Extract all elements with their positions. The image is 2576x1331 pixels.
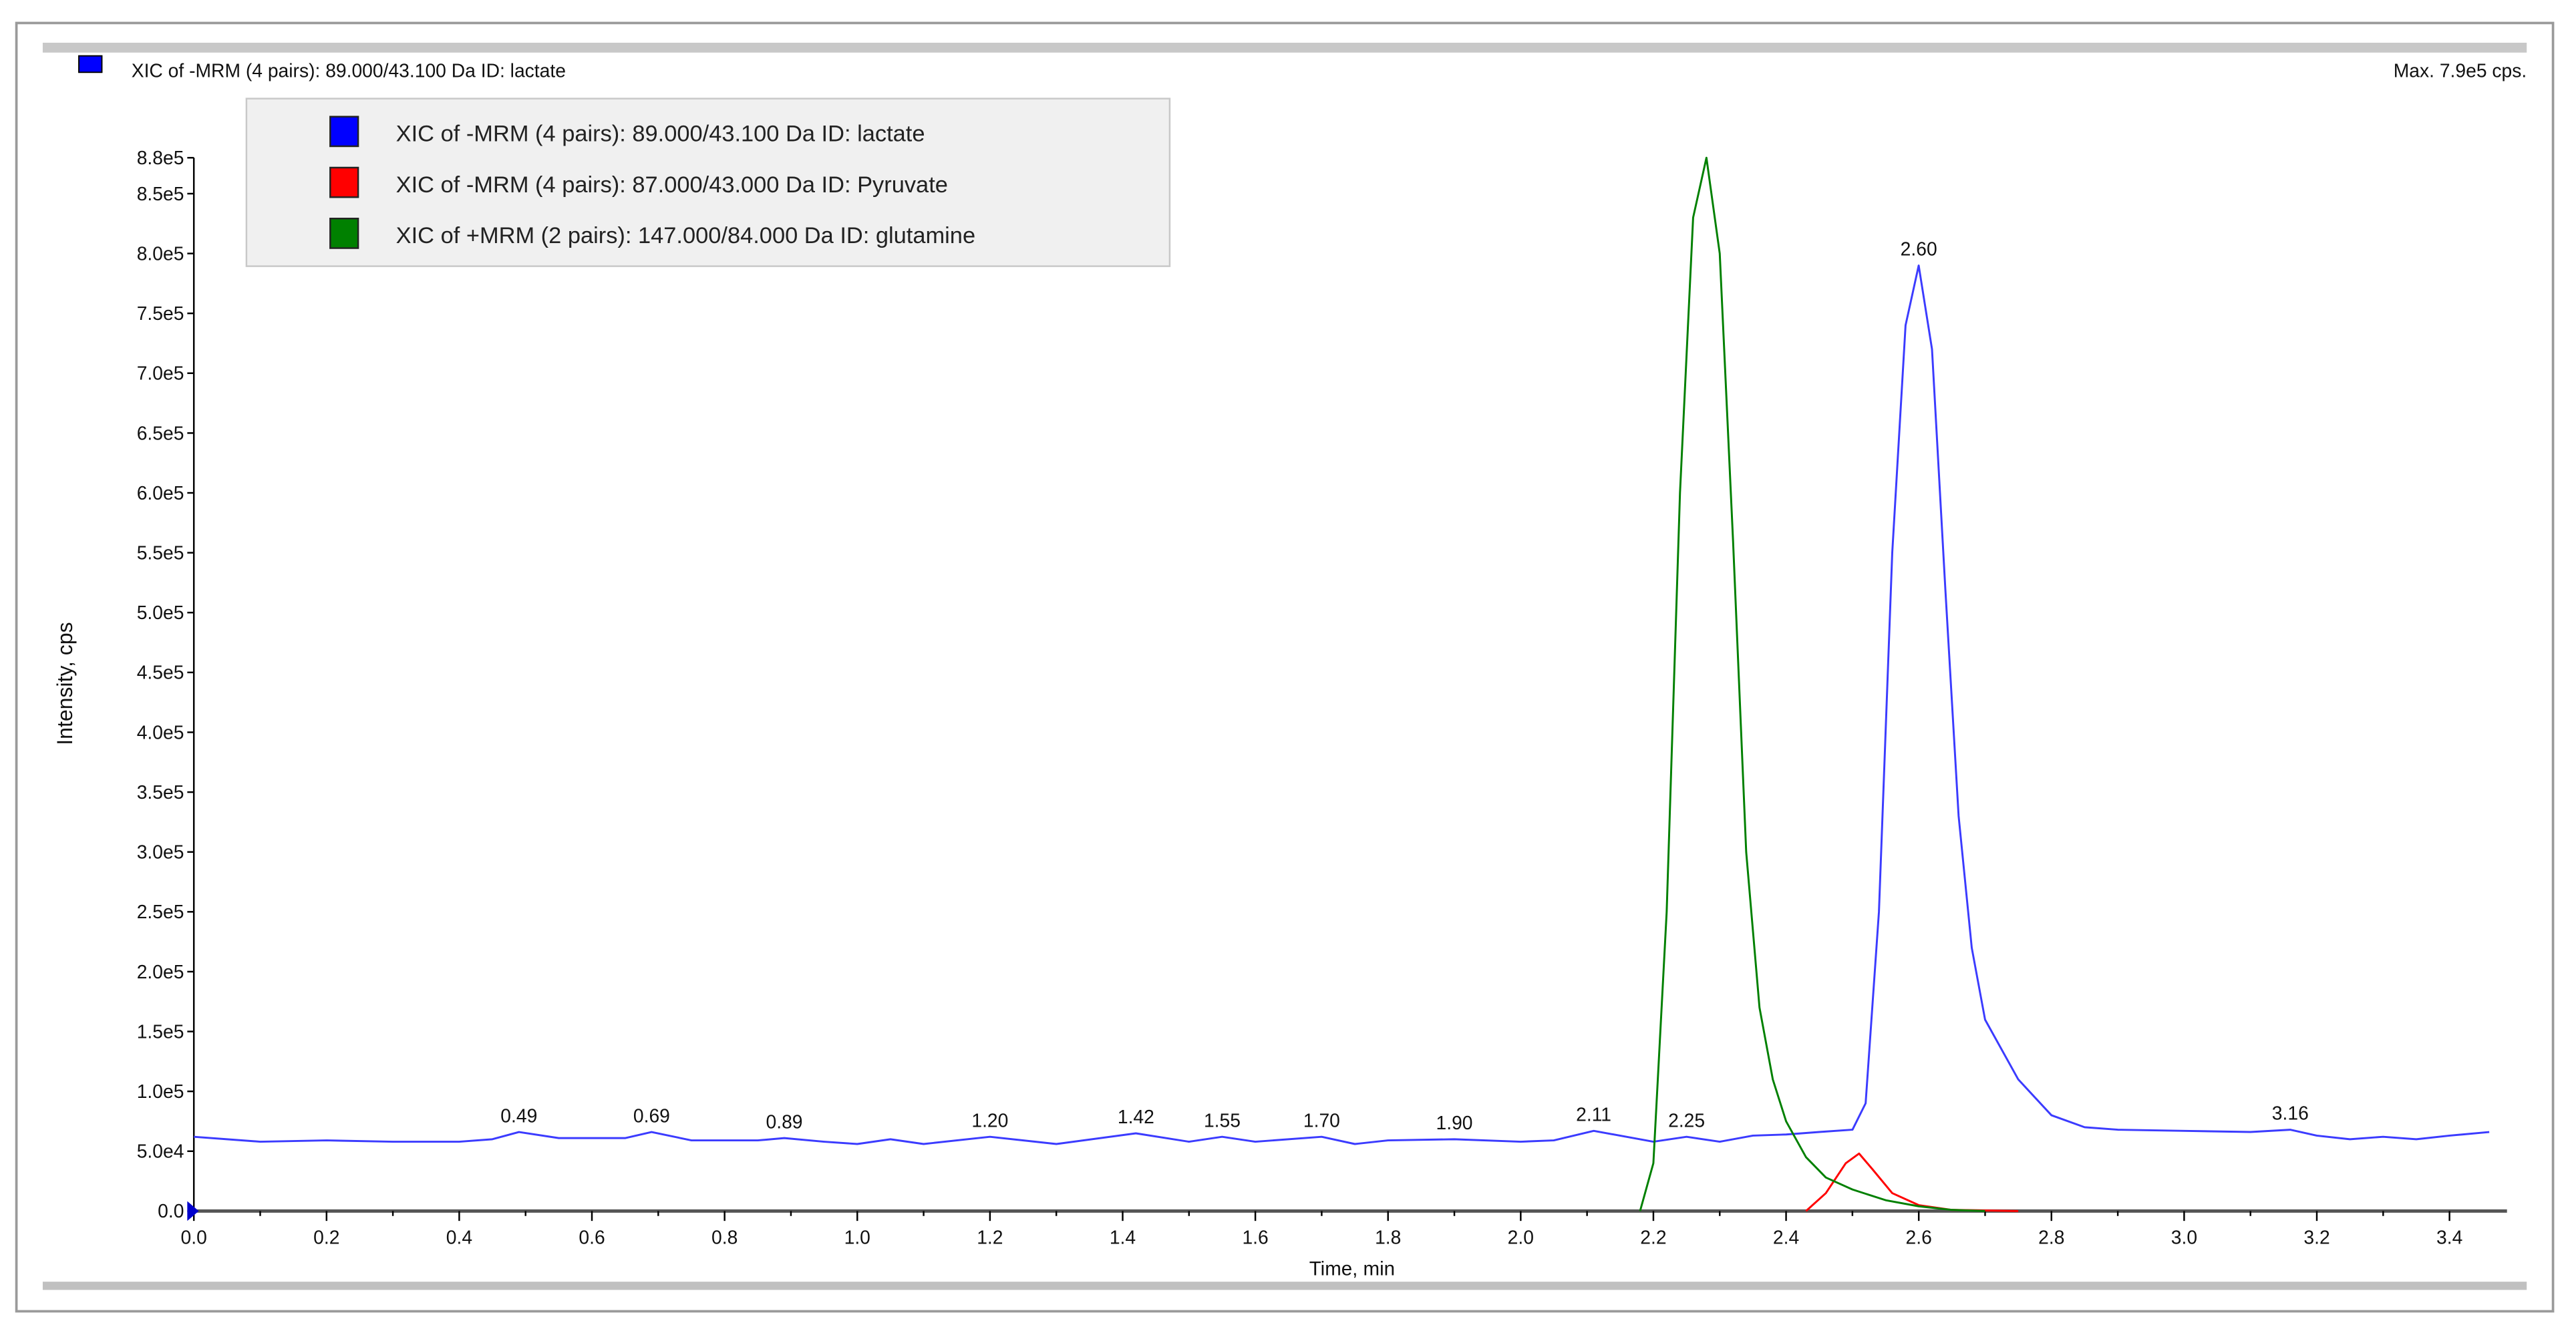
y-tick-label: 5.0e4 [137, 1141, 184, 1162]
peak-label: 2.60 [1901, 238, 1937, 260]
peak-label: 1.20 [971, 1109, 1008, 1131]
x-tick-label: 1.8 [1375, 1227, 1401, 1248]
legend-label: XIC of -MRM (4 pairs): 87.000/43.000 Da … [396, 172, 948, 198]
x-tick-label: 2.2 [1640, 1227, 1666, 1248]
y-tick-label: 8.5e5 [137, 183, 184, 204]
y-tick-label: 4.5e5 [137, 662, 184, 683]
x-tick-label: 3.4 [2436, 1227, 2462, 1248]
peak-label: 2.11 [1576, 1104, 1611, 1125]
x-tick-label: 2.6 [1906, 1227, 1932, 1248]
max-intensity-label: Max. 7.9e5 cps. [2394, 60, 2527, 81]
legend-label: XIC of -MRM (4 pairs): 89.000/43.100 Da … [396, 122, 925, 147]
x-tick-label: 1.6 [1242, 1227, 1268, 1248]
peak-label: 1.42 [1118, 1106, 1154, 1127]
x-tick-label: 0.8 [711, 1227, 738, 1248]
peak-label: 0.69 [633, 1105, 670, 1126]
x-tick-label: 0.6 [579, 1227, 605, 1248]
y-tick-label: 2.5e5 [137, 901, 184, 922]
x-tick-label: 1.4 [1110, 1227, 1136, 1248]
y-tick-label: 6.5e5 [137, 422, 184, 443]
legend-item[interactable]: XIC of +MRM (2 pairs): 147.000/84.000 Da… [329, 218, 975, 249]
legend-item[interactable]: XIC of -MRM (4 pairs): 89.000/43.100 Da … [329, 116, 925, 148]
peak-label: 1.90 [1436, 1112, 1473, 1133]
x-axis-label: Time, min [1309, 1258, 1395, 1280]
y-tick-label: 3.5e5 [137, 781, 184, 803]
y-tick-label: 2.0e5 [137, 961, 184, 982]
y-tick-label: 7.5e5 [137, 303, 184, 324]
legend-label: XIC of +MRM (2 pairs): 147.000/84.000 Da… [396, 223, 975, 248]
x-tick-label: 2.0 [1508, 1227, 1534, 1248]
x-tick-label: 1.2 [977, 1227, 1003, 1248]
chromatogram-chart: XIC of -MRM (4 pairs): 89.000/43.100 Da … [15, 21, 2555, 1313]
y-tick-label: 5.0e5 [137, 602, 184, 623]
peak-label: 1.70 [1303, 1109, 1340, 1131]
legend-swatch [329, 166, 359, 198]
x-tick-label: 0.0 [181, 1227, 207, 1248]
x-tick-label: 0.2 [313, 1227, 339, 1248]
y-tick-label: 1.0e5 [137, 1081, 184, 1102]
y-tick-label: 5.5e5 [137, 542, 184, 563]
x-tick-label: 2.4 [1773, 1227, 1799, 1248]
peak-label: 3.16 [2272, 1103, 2309, 1124]
x-tick-label: 3.0 [2171, 1227, 2197, 1248]
pane-header-bar [42, 42, 2527, 53]
y-tick-label: 8.0e5 [137, 242, 184, 264]
legend-swatch [329, 218, 359, 249]
x-tick-label: 0.4 [446, 1227, 472, 1248]
y-axis-label: Intensity, cps [53, 622, 77, 745]
y-tick-label: 1.5e5 [137, 1020, 184, 1042]
legend-box[interactable]: XIC of -MRM (4 pairs): 89.000/43.100 Da … [245, 98, 1171, 267]
pane-footer-bar [42, 1282, 2527, 1290]
y-tick-label: 3.0e5 [137, 841, 184, 863]
x-tick-label: 3.2 [2303, 1227, 2329, 1248]
peak-label: 0.89 [766, 1111, 803, 1132]
peak-label: 2.25 [1668, 1109, 1705, 1131]
y-tick-label: 0.0 [158, 1200, 184, 1221]
trace-color-swatch [78, 55, 103, 73]
y-tick-label: 4.0e5 [137, 721, 184, 743]
x-tick-label: 2.8 [2038, 1227, 2064, 1248]
trace-title: XIC of -MRM (4 pairs): 89.000/43.100 Da … [132, 60, 566, 81]
peak-label: 0.49 [500, 1105, 537, 1126]
y-tick-label: 7.0e5 [137, 363, 184, 384]
y-tick-label: 8.8e5 [137, 147, 184, 168]
x-tick-label: 1.0 [844, 1227, 870, 1248]
legend-item[interactable]: XIC of -MRM (4 pairs): 87.000/43.000 Da … [329, 166, 948, 198]
legend-swatch [329, 116, 359, 148]
y-tick-label: 6.0e5 [137, 482, 184, 504]
peak-label: 1.55 [1204, 1109, 1241, 1131]
